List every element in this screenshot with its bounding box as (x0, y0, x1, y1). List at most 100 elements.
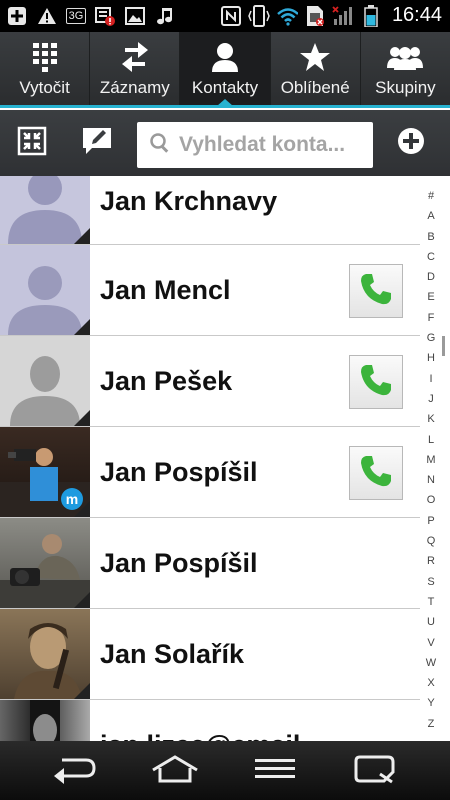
edit-icon (80, 125, 114, 162)
collapse-button[interactable] (11, 122, 53, 164)
contact-name: Jan Solařík (100, 639, 245, 669)
index-letter[interactable]: F (428, 308, 435, 328)
avatar (0, 609, 90, 699)
status-bar: 3G 16:44 (0, 0, 450, 32)
index-letter[interactable]: R (427, 551, 435, 571)
group-icon (387, 38, 424, 76)
tab-vytocit[interactable]: Vytočit (0, 32, 91, 108)
tab-kontakty[interactable]: Kontakty (180, 32, 271, 108)
scrollbar-thumb[interactable] (442, 336, 445, 356)
index-letter[interactable]: J (428, 389, 434, 409)
alphabet-index[interactable]: # A B C D E F G H I J K L M N O P Q R S … (420, 186, 442, 734)
menu-icon (254, 756, 296, 787)
battery-icon (360, 4, 382, 27)
search-icon (149, 132, 171, 159)
call-button[interactable] (349, 355, 403, 409)
vibrate-icon (248, 4, 270, 27)
dialpad-icon (32, 38, 58, 76)
contacts-toolbar (0, 110, 450, 176)
tab-bar: Vytočit Záznamy Kontakty Oblíbené Skupin… (0, 32, 450, 108)
index-letter[interactable]: Y (427, 693, 434, 713)
call-button[interactable] (349, 446, 403, 500)
index-letter[interactable]: H (427, 348, 435, 368)
tab-oblibene[interactable]: Oblíbené (271, 32, 361, 108)
index-letter[interactable]: E (427, 287, 434, 307)
qslide-button[interactable] (345, 751, 405, 791)
avatar (0, 336, 90, 426)
add-contact-button[interactable] (390, 122, 432, 164)
phone-icon (358, 453, 394, 494)
contact-row[interactable]: jan.lizec@email... (0, 700, 420, 741)
contact-row[interactable]: Jan Mencl (0, 245, 420, 336)
index-letter[interactable]: N (427, 470, 435, 490)
call-button[interactable] (349, 264, 403, 318)
index-letter[interactable]: Z (428, 714, 435, 734)
index-letter[interactable]: U (427, 612, 435, 632)
avatar (0, 176, 90, 244)
contact-name: Jan Mencl (100, 275, 231, 305)
contact-row[interactable]: Jan Pospíšil (0, 518, 420, 609)
index-letter[interactable]: # (428, 186, 434, 206)
index-letter[interactable]: T (428, 592, 435, 612)
tab-label: Vytočit (19, 78, 70, 97)
index-letter[interactable]: B (427, 227, 434, 247)
search-box[interactable] (137, 122, 373, 168)
sim-icon (304, 5, 326, 27)
index-letter[interactable]: S (427, 572, 434, 592)
index-letter[interactable]: W (426, 653, 436, 673)
contact-name: Jan Pospíšil (100, 548, 258, 578)
home-button[interactable] (145, 751, 205, 791)
tab-underline (0, 105, 450, 108)
edit-button[interactable] (76, 122, 118, 164)
avatar: m (0, 427, 90, 517)
contact-name: Jan Pešek (100, 366, 233, 396)
index-letter[interactable]: Q (427, 531, 436, 551)
image-icon (124, 5, 146, 27)
back-icon (52, 754, 98, 789)
signal-icon (332, 5, 354, 27)
contact-row[interactable]: Jan Pešek (0, 336, 420, 427)
menu-button[interactable] (245, 751, 305, 791)
avatar (0, 245, 90, 335)
index-letter[interactable]: C (427, 247, 435, 267)
phone-icon (358, 271, 394, 312)
plus-icon (6, 5, 28, 27)
index-letter[interactable]: O (427, 490, 436, 510)
contact-row[interactable]: m Jan Pospíšil (0, 427, 420, 518)
home-icon (150, 754, 200, 789)
qslide-icon (354, 754, 396, 789)
index-letter[interactable]: A (427, 206, 434, 226)
notification-icon (94, 5, 116, 27)
avatar (0, 700, 90, 741)
index-letter[interactable]: M (426, 450, 435, 470)
back-button[interactable] (45, 751, 105, 791)
index-letter[interactable]: D (427, 267, 435, 287)
warning-icon (36, 5, 58, 27)
index-letter[interactable]: V (427, 633, 434, 653)
contact-row[interactable]: Jan Solařík (0, 609, 420, 700)
svg-text:m: m (66, 491, 78, 507)
clock: 16:44 (391, 4, 442, 26)
index-letter[interactable]: P (427, 511, 434, 531)
index-letter[interactable]: K (427, 409, 434, 429)
tab-skupiny[interactable]: Skupiny (361, 32, 450, 108)
avatar (0, 518, 90, 608)
tab-label: Skupiny (375, 78, 436, 97)
tab-zaznamy[interactable]: Záznamy (90, 32, 181, 108)
index-letter[interactable]: I (429, 369, 432, 389)
status-right-icons: 16:44 (220, 4, 442, 27)
arrows-icon (121, 38, 149, 76)
star-icon (299, 38, 331, 76)
3g-icon: 3G (66, 8, 86, 24)
contact-name: jan.lizec@email... (100, 730, 323, 741)
index-letter[interactable]: L (428, 430, 434, 450)
phone-icon (358, 362, 394, 403)
tab-label: Oblíbené (280, 78, 350, 97)
tab-label: Kontakty (191, 78, 259, 97)
index-letter[interactable]: G (427, 328, 436, 348)
contact-row[interactable]: Jan Krchnavy (0, 176, 420, 245)
wifi-icon (276, 5, 298, 27)
tab-label: Záznamy (99, 78, 170, 97)
index-letter[interactable]: X (427, 673, 434, 693)
search-input[interactable] (179, 133, 369, 157)
